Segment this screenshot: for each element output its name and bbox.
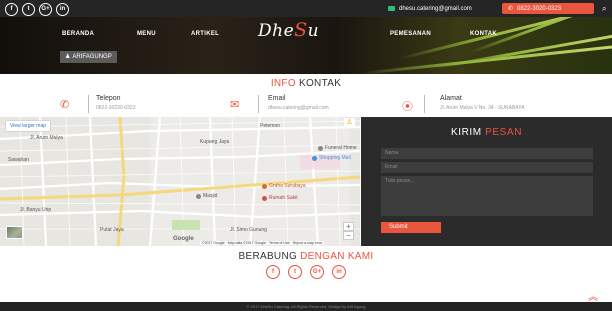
user-icon: ♟ [65,54,71,60]
phone-icon: ✆ [508,6,514,12]
top-email-text: dhesu.catering@gmail.com [399,5,472,12]
bottom-social-links: f t G+ in [0,265,612,279]
divider [258,95,259,113]
map-street-label: Jl. Banyu Urip [20,207,52,213]
search-icon[interactable]: ⌕ [602,3,612,14]
map-poi[interactable]: Shopping Mall [312,155,351,161]
map-poi[interactable]: Graha Surabaya [262,183,306,189]
poi-marker-icon [196,193,201,199]
info-kontak-title: INFO KONTAK [0,78,612,89]
map-poi[interactable]: Funeral Home [318,145,357,151]
scroll-to-top-icon[interactable]: ︽ [588,293,598,303]
top-email[interactable]: dhesu.catering@gmail.com [388,3,472,14]
facebook-icon[interactable]: f [266,265,280,279]
map-area-label: Kupang Jaya [200,139,230,145]
divider [88,95,89,113]
google-map[interactable]: View larger map Jl. Arum Mulya Sawahan K… [0,117,360,246]
google-plus-icon[interactable]: G+ [310,265,324,279]
decorative-leaf [359,44,612,74]
footer: © 2017 DheSu Catering. All Rights Reserv… [0,302,612,311]
info-title-rest: KONTAK [299,78,342,89]
location-pin-icon: ⦿ [402,101,413,113]
divider [424,95,425,113]
zoom-in-button[interactable]: + [343,222,354,231]
map-attribution[interactable]: ©2017 Google · Map data ©2017 Google · T… [200,241,325,245]
nav-kontak[interactable]: KONTAK [470,31,497,37]
poi-label: Funeral Home [325,145,357,151]
zoom-out-button[interactable]: − [343,231,354,240]
info-title-accent: INFO [270,78,296,89]
top-phone-text: 0822-3020-0323 [517,5,562,12]
top-phone[interactable]: ✆ 0822-3020-0323 [502,3,594,14]
logo-suffix: u [307,21,320,41]
poi-label: Shopping Mall [319,155,351,161]
logo-prefix: Dhe [258,21,295,41]
nav-artikel[interactable]: ARTIKEL [191,31,219,37]
satellite-toggle-thumbnail[interactable] [6,226,23,239]
nav-menu[interactable]: MENU [137,31,156,37]
contact-form-title: KIRIM PESAN [361,127,612,138]
message-textarea[interactable]: Tulis pesan... [381,176,593,216]
address-label: Alamat [440,95,462,102]
facebook-icon[interactable]: f [5,3,18,16]
phone-icon: ✆ [60,99,70,111]
twitter-icon[interactable]: t [22,3,35,16]
poi-marker-icon [312,155,317,161]
phone-value: 0822-30230-0323 [96,105,136,111]
twitter-icon[interactable]: t [288,265,302,279]
submit-button[interactable]: Submit [381,222,441,233]
map-area-label: Putat Jaya [100,227,124,233]
page: f t G+ in dhesu.catering@gmail.com ✆ 082… [0,0,612,311]
form-title-white: KIRIM [450,127,482,138]
top-bar: f t G+ in dhesu.catering@gmail.com ✆ 082… [0,0,612,17]
poi-marker-icon [262,183,267,189]
envelope-icon [388,6,395,11]
email-value[interactable]: dhesu.catering@gmail.com [268,105,329,111]
poi-marker-icon [262,195,267,201]
header-hero: BERANDA MENU ARTIKEL DheSu PEMESANAN KON… [0,17,612,74]
user-label: ARIFAGUNGP [72,54,112,60]
top-social-links: f t G+ in [5,3,69,16]
view-larger-map-link[interactable]: View larger map [6,121,51,131]
berabung-title-orange: DENGAN KAMI [300,251,374,262]
nav-pemesanan[interactable]: PEMESANAN [390,31,431,37]
street-view-icon[interactable]: ♙ [344,118,355,127]
name-field[interactable]: Nama [381,148,593,159]
envelope-icon: ✉ [230,99,240,111]
address-value: Jl. Arum Mulya V No. 34 - SURABAYA [440,105,525,111]
poi-label: Rumah Sakit [269,195,298,201]
map-area-label: Petemon [260,123,281,129]
linkedin-icon[interactable]: in [56,3,69,16]
google-plus-icon[interactable]: G+ [39,3,52,16]
berabung-title-dark: BERABUNG [238,251,298,262]
poi-label: Masjid [203,193,218,199]
email-field[interactable]: Email [381,162,593,173]
nav-beranda[interactable]: BERANDA [62,31,94,37]
info-row: ✆ Telepon 0822-30230-0323 ✉ Email dhesu.… [0,93,612,115]
map-street-label: Jl. Simo Gunung [230,227,267,233]
logo-accent: S [294,19,308,41]
google-logo: Google [173,236,194,242]
berabung-title: BERABUNG DENGAN KAMI [0,251,612,262]
logo[interactable]: DheSu [258,19,319,41]
poi-marker-icon [318,145,323,151]
user-account-button[interactable]: ♟ ARIFAGUNGP [60,51,117,63]
form-title-orange: PESAN [485,127,523,138]
map-poi[interactable]: Masjid [196,193,217,199]
map-zoom-controls: + − [343,222,354,240]
email-label: Email [268,95,286,102]
map-area-label: Sawahan [8,157,29,163]
map-poi[interactable]: Rumah Sakit [262,195,298,201]
linkedin-icon[interactable]: in [332,265,346,279]
phone-label: Telepon [96,95,121,102]
poi-label: Graha Surabaya [269,183,306,189]
map-street-label: Jl. Arum Mulya [30,135,63,141]
contact-form: KIRIM PESAN Nama Email Tulis pesan... Su… [361,117,612,246]
